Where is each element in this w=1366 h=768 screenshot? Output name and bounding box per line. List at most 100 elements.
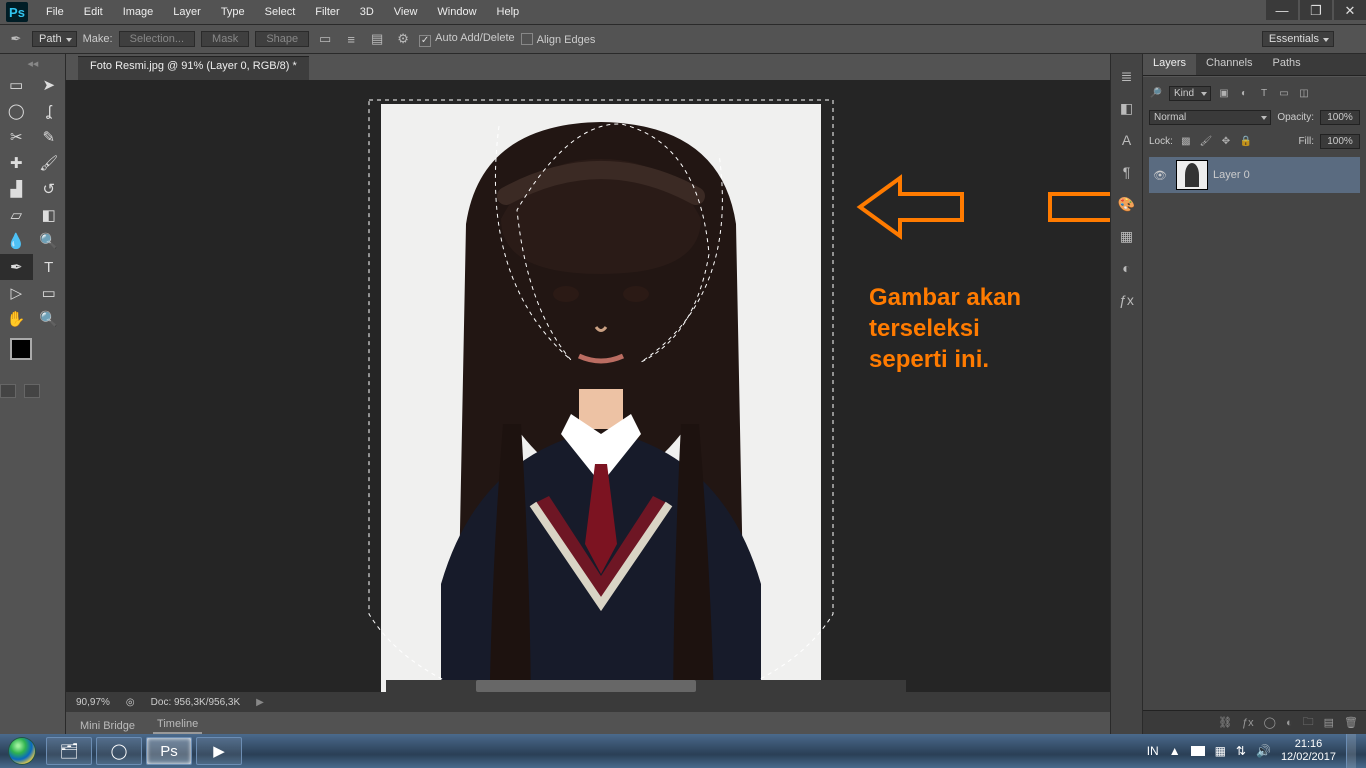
menu-window[interactable]: Window: [429, 4, 484, 20]
lock-position-icon[interactable]: ✥: [1219, 134, 1233, 148]
marquee-tool[interactable]: ◯: [0, 98, 33, 124]
pen-mode-select[interactable]: Path: [32, 31, 77, 47]
blend-mode-select[interactable]: Normal: [1149, 110, 1271, 125]
workspace-switcher[interactable]: Essentials: [1262, 31, 1334, 47]
filter-pixel-icon[interactable]: ▣: [1217, 86, 1231, 100]
zoom-level[interactable]: 90,97%: [76, 697, 110, 708]
taskbar-photoshop[interactable]: Ps: [146, 737, 192, 765]
opacity-input[interactable]: 100%: [1320, 110, 1360, 125]
tray-app-icon[interactable]: ▦: [1215, 744, 1226, 758]
tab-layers[interactable]: Layers: [1143, 54, 1196, 75]
horizontal-scrollbar[interactable]: [386, 680, 906, 692]
history-brush-tool[interactable]: ↺: [33, 176, 66, 202]
tab-paths[interactable]: Paths: [1263, 54, 1311, 75]
rectangle-tool[interactable]: ▭: [33, 280, 66, 306]
menu-image[interactable]: Image: [115, 4, 162, 20]
menu-type[interactable]: Type: [213, 4, 253, 20]
menu-file[interactable]: File: [38, 4, 72, 20]
stamp-tool[interactable]: ▟: [0, 176, 33, 202]
tray-chevron-up-icon[interactable]: ▲: [1169, 744, 1181, 758]
status-triangle-icon[interactable]: ▶: [256, 697, 264, 708]
menu-filter[interactable]: Filter: [307, 4, 347, 20]
volume-icon[interactable]: 🔊: [1256, 744, 1271, 758]
move-tool[interactable]: ▭: [0, 72, 33, 98]
dodge-tool[interactable]: 🔍: [33, 228, 66, 254]
path-operations-icon[interactable]: ▭: [315, 29, 335, 49]
zoom-tool[interactable]: 🔍: [33, 306, 66, 332]
taskbar-media[interactable]: ▶: [196, 737, 242, 765]
eraser-tool[interactable]: ▱: [0, 202, 33, 228]
styles-panel-icon[interactable]: ƒx: [1111, 286, 1142, 314]
layer-fx-icon[interactable]: ƒx: [1242, 717, 1254, 729]
screen-mode-icon[interactable]: [24, 384, 40, 398]
window-maximize[interactable]: ❐: [1300, 0, 1332, 20]
show-desktop-button[interactable]: [1346, 734, 1356, 768]
lock-all-icon[interactable]: 🔒: [1239, 134, 1253, 148]
window-close[interactable]: ✕: [1334, 0, 1366, 20]
window-minimize[interactable]: —: [1266, 0, 1298, 20]
adjustments-panel-icon[interactable]: ◐: [1111, 254, 1142, 282]
system-clock[interactable]: 21:16 12/02/2017: [1281, 738, 1336, 764]
lasso-tool[interactable]: ʆ: [33, 98, 66, 124]
swatches-panel-icon[interactable]: 🎨: [1111, 190, 1142, 218]
fill-input[interactable]: 100%: [1320, 134, 1360, 149]
history-panel-icon[interactable]: ≣: [1111, 62, 1142, 90]
layer-mask-icon[interactable]: ◯: [1264, 716, 1276, 729]
path-arrange-icon[interactable]: ▤: [367, 29, 387, 49]
color-panel-icon[interactable]: ▦: [1111, 222, 1142, 250]
start-button[interactable]: [0, 734, 44, 768]
visibility-eye-icon[interactable]: 👁: [1149, 169, 1171, 182]
healing-tool[interactable]: ✚: [0, 150, 33, 176]
color-swatches[interactable]: [0, 332, 65, 376]
menu-edit[interactable]: Edit: [76, 4, 111, 20]
layer-thumbnail-icon[interactable]: [1177, 161, 1207, 189]
path-align-icon[interactable]: ≡: [341, 29, 361, 49]
paragraph-panel-icon[interactable]: ¶: [1111, 158, 1142, 186]
type-tool[interactable]: T: [33, 254, 66, 280]
adjustment-layer-icon[interactable]: ◐: [1286, 717, 1293, 729]
layer-filter-select[interactable]: Kind: [1169, 86, 1211, 101]
menu-help[interactable]: Help: [489, 4, 528, 20]
filter-smart-icon[interactable]: ◫: [1297, 86, 1311, 100]
action-center-flag-icon[interactable]: [1191, 746, 1205, 756]
filter-adjust-icon[interactable]: ◐: [1237, 86, 1251, 100]
tab-timeline[interactable]: Timeline: [153, 715, 202, 734]
group-icon[interactable]: 🗀: [1303, 713, 1314, 732]
foreground-color-icon[interactable]: [10, 338, 32, 360]
filter-type-icon[interactable]: T: [1257, 86, 1271, 100]
lock-pixels-icon[interactable]: 🖌: [1199, 134, 1213, 148]
lock-transparent-icon[interactable]: ▩: [1179, 134, 1193, 148]
layer-name[interactable]: Layer 0: [1213, 169, 1250, 181]
make-shape-button[interactable]: Shape: [255, 31, 309, 47]
menu-select[interactable]: Select: [257, 4, 304, 20]
quick-mask-icon[interactable]: [0, 384, 16, 398]
make-mask-button[interactable]: Mask: [201, 31, 249, 47]
crop-tool[interactable]: ✂: [0, 124, 33, 150]
arrow-tool[interactable]: ➤: [33, 72, 66, 98]
character-panel-icon[interactable]: A: [1111, 126, 1142, 154]
make-selection-button[interactable]: Selection...: [119, 31, 195, 47]
document-tab[interactable]: Foto Resmi.jpg @ 91% (Layer 0, RGB/8) *: [78, 56, 309, 80]
input-language[interactable]: IN: [1147, 744, 1159, 758]
canvas[interactable]: Gambar akan terseleksi seperti ini.: [66, 80, 1110, 692]
delete-layer-icon[interactable]: 🗑: [1344, 716, 1358, 729]
network-icon[interactable]: ⇅: [1236, 744, 1246, 758]
blur-tool[interactable]: 💧: [0, 228, 33, 254]
path-select-tool[interactable]: ▷: [0, 280, 33, 306]
properties-panel-icon[interactable]: ◧: [1111, 94, 1142, 122]
filter-shape-icon[interactable]: ▭: [1277, 86, 1291, 100]
gradient-tool[interactable]: ◧: [33, 202, 66, 228]
pen-tool[interactable]: ✒: [0, 254, 33, 280]
search-icon[interactable]: 🔎: [1149, 86, 1163, 100]
toolbox-collapse-icon[interactable]: ◀◀: [28, 60, 38, 68]
menu-layer[interactable]: Layer: [165, 4, 209, 20]
gear-icon[interactable]: ⚙: [393, 29, 413, 49]
tab-channels[interactable]: Channels: [1196, 54, 1262, 75]
tab-mini-bridge[interactable]: Mini Bridge: [76, 717, 139, 734]
taskbar-explorer[interactable]: 🗂: [46, 737, 92, 765]
auto-add-delete-option[interactable]: ✓Auto Add/Delete: [419, 32, 515, 47]
brush-tool[interactable]: 🖌: [33, 150, 66, 176]
aperture-icon[interactable]: ◎: [126, 697, 135, 708]
align-edges-option[interactable]: Align Edges: [521, 33, 596, 46]
taskbar-chrome[interactable]: ◯: [96, 737, 142, 765]
